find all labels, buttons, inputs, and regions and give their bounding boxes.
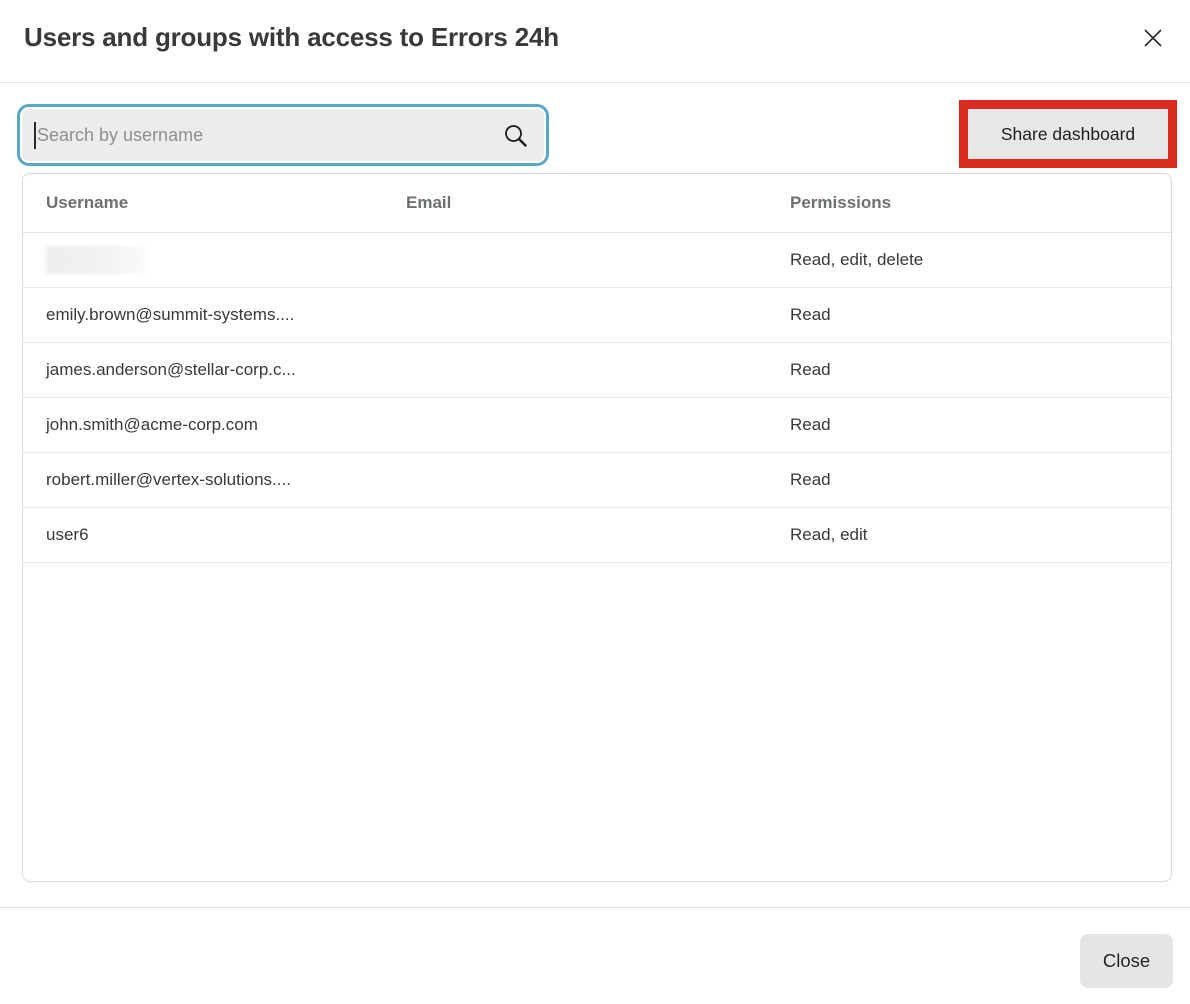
search-field[interactable]: Search by username (22, 109, 544, 161)
access-table: Username Email Permissions Read, edit, d… (22, 173, 1172, 882)
table-row: robert.miller@vertex-solutions.... Read (23, 453, 1171, 508)
close-icon[interactable] (1141, 26, 1165, 50)
redacted-username (46, 245, 147, 275)
share-access-modal: Users and groups with access to Errors 2… (0, 0, 1190, 1004)
username-cell: user6 (23, 525, 406, 545)
search-icon[interactable] (502, 122, 529, 149)
permissions-cell: Read (790, 415, 1171, 435)
modal-header: Users and groups with access to Errors 2… (0, 0, 1190, 83)
column-header-username: Username (23, 193, 406, 213)
username-cell: emily.brown@summit-systems.... (23, 305, 406, 325)
username-cell: john.smith@acme-corp.com (23, 415, 406, 435)
table-header-row: Username Email Permissions (23, 174, 1171, 233)
permissions-cell: Read (790, 305, 1171, 325)
username-cell: robert.miller@vertex-solutions.... (23, 470, 406, 490)
permissions-cell: Read, edit (790, 525, 1171, 545)
permissions-cell: Read (790, 360, 1171, 380)
table-row: john.smith@acme-corp.com Read (23, 398, 1171, 453)
username-cell (23, 245, 406, 275)
permissions-cell: Read, edit, delete (790, 250, 1171, 270)
username-cell: james.anderson@stellar-corp.c... (23, 360, 406, 380)
close-button[interactable]: Close (1080, 934, 1173, 988)
column-header-permissions: Permissions (790, 193, 1171, 213)
table-row: james.anderson@stellar-corp.c... Read (23, 343, 1171, 398)
table-row: Read, edit, delete (23, 233, 1171, 288)
search-icon-glyph (502, 122, 529, 149)
permissions-cell: Read (790, 470, 1171, 490)
table-row: emily.brown@summit-systems.... Read (23, 288, 1171, 343)
search-input[interactable]: Search by username (17, 104, 549, 166)
text-cursor (34, 122, 36, 149)
close-icon-glyph (1142, 27, 1164, 49)
column-header-email: Email (406, 193, 790, 213)
modal-footer: Close (0, 907, 1190, 1004)
table-row: user6 Read, edit (23, 508, 1171, 563)
annotation-highlight-box: Share dashboard (959, 100, 1177, 168)
search-placeholder: Search by username (37, 125, 502, 146)
modal-title: Users and groups with access to Errors 2… (24, 22, 559, 53)
share-dashboard-button[interactable]: Share dashboard (968, 109, 1168, 159)
